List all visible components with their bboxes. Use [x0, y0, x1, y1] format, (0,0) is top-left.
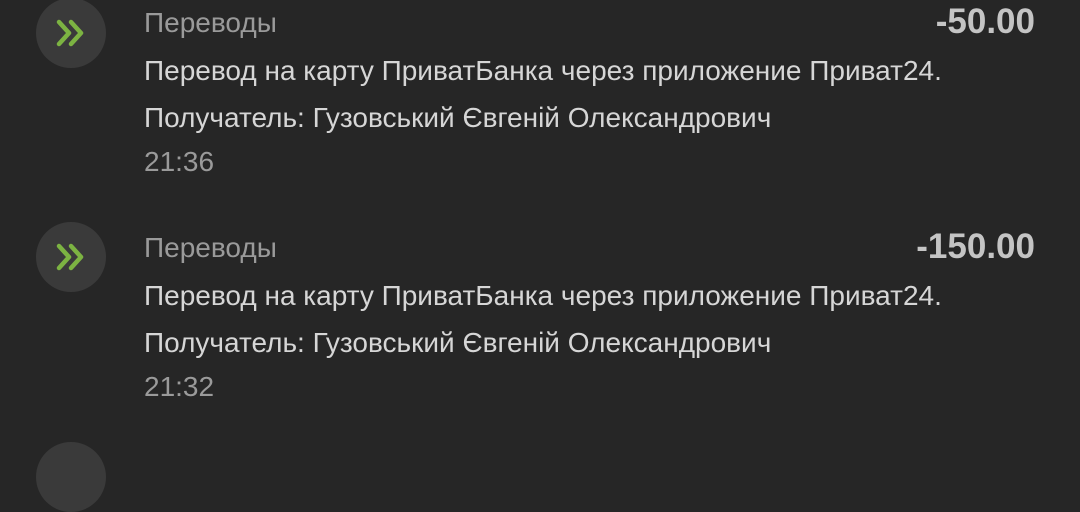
transaction-time: 21:36	[144, 146, 215, 177]
transaction-category: Переводы	[144, 232, 277, 263]
next-transaction-icon[interactable]	[36, 442, 106, 512]
transaction-amount: -150.00	[916, 227, 1035, 266]
transaction-description: Перевод на карту ПриватБанка через прило…	[144, 272, 1044, 366]
recipient-line: Получатель: Гузовський Євгеній Олександр…	[144, 327, 772, 358]
transaction-category: Переводы	[144, 7, 277, 38]
transaction-description: Перевод на карту ПриватБанка через прило…	[144, 47, 1044, 141]
transfer-chevrons-icon	[36, 222, 106, 292]
transaction-time: 21:32	[144, 371, 215, 402]
recipient-line: Получатель: Гузовський Євгеній Олександр…	[144, 102, 772, 133]
transfer-chevrons-icon	[36, 0, 106, 68]
description-line: Перевод на карту ПриватБанка через прило…	[144, 280, 942, 311]
transaction-item[interactable]: Переводы -150.00 Перевод на карту Приват…	[0, 222, 1080, 450]
transaction-amount: -50.00	[935, 2, 1035, 41]
description-line: Перевод на карту ПриватБанка через прило…	[144, 55, 942, 86]
transaction-item[interactable]: Переводы -50.00 Перевод на карту ПриватБ…	[0, 0, 1080, 225]
